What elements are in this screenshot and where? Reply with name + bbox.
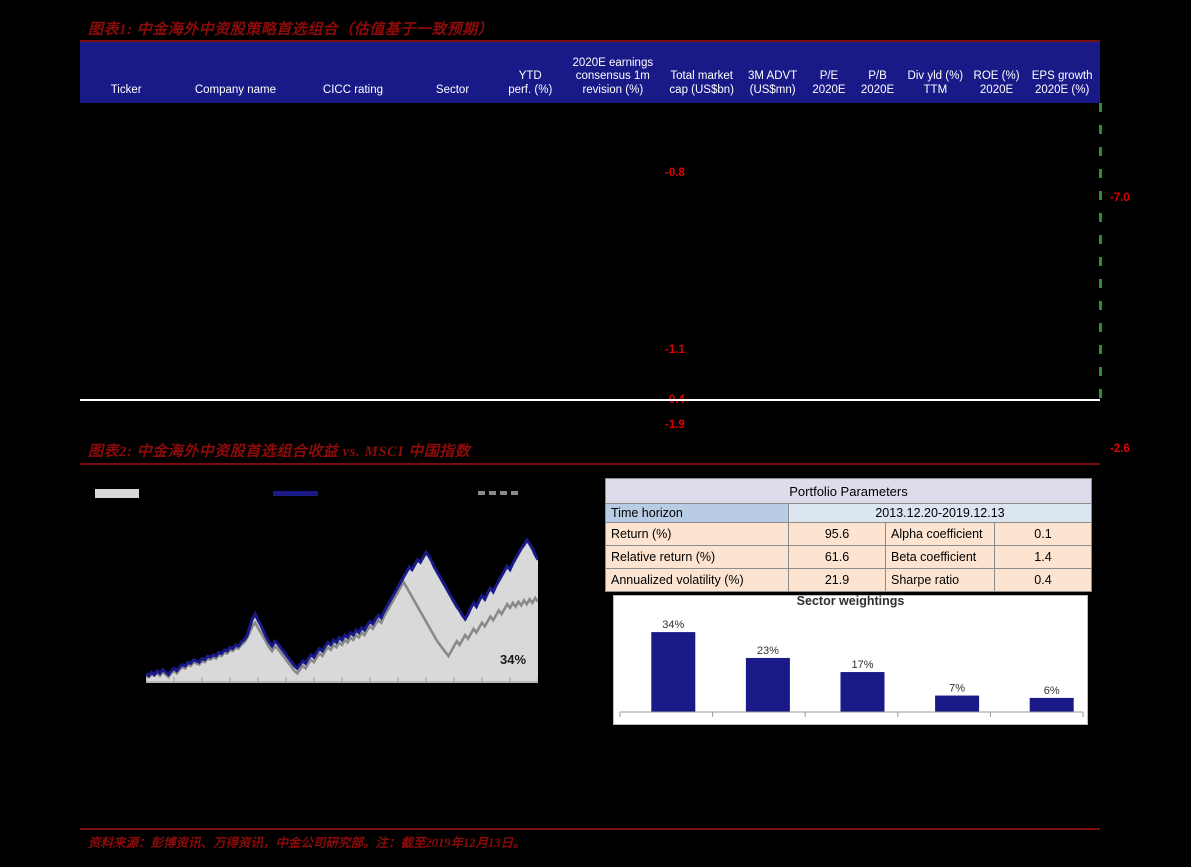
sector-bar xyxy=(840,672,885,712)
portfolio-parameters-table: Portfolio Parameters Time horizon 2013.1… xyxy=(605,478,1092,592)
sector-bar-label: 34% xyxy=(662,619,684,631)
metric-label-2: Beta coefficient xyxy=(885,545,995,569)
sector-weightings-title-text: Sector weightings xyxy=(796,594,905,608)
line-chart-value-label: 34% xyxy=(500,652,527,667)
performance-line-chart xyxy=(88,478,548,693)
table-cell-value: -0.8 xyxy=(665,167,685,179)
sector-weightings-title: Sector weightings xyxy=(613,594,1088,608)
sector-bar-label: 23% xyxy=(757,645,779,657)
metric-value-2: 0.1 xyxy=(994,522,1092,546)
metric-value: 95.6 xyxy=(788,522,886,546)
sector-bar-label: 6% xyxy=(1044,685,1060,697)
metric-value-2: 1.4 xyxy=(994,545,1092,569)
column-header-12: EPS growth 2020E (%) xyxy=(1031,70,1093,96)
table-cell-value: -1.9 xyxy=(665,419,685,431)
exhibit1-title: 图表1: 中金海外中资股策略首选组合（估值基于一致预期） xyxy=(88,22,494,38)
sector-bar-label: 7% xyxy=(949,683,965,695)
table-cell-value: -7.0 xyxy=(1110,192,1130,204)
sector-bar xyxy=(935,695,980,712)
column-header-10: Div yld (%) TTM xyxy=(907,70,964,96)
sector-bar xyxy=(745,657,790,712)
legend-swatch-area xyxy=(95,489,139,498)
column-header-7: 3M ADVT (US$mn) xyxy=(748,70,798,96)
legend-swatch-benchmark-line xyxy=(478,491,520,495)
portfolio-parameters-title-row: Portfolio Parameters xyxy=(605,478,1092,504)
metric-value: 61.6 xyxy=(788,545,886,569)
time-horizon-label: Time horizon xyxy=(605,503,789,523)
exhibit1-table: Ticker Company name CICC rating Sector YTD pe… xyxy=(80,42,1130,455)
time-horizon-value: 2013.12.20-2019.12.13 xyxy=(788,503,1092,523)
table-cell-value: -1.1 xyxy=(665,344,685,356)
exhibit1-table-header: Ticker Company name CICC rating Sector YTD pe… xyxy=(80,42,1100,103)
metric-label-2: Sharpe ratio xyxy=(885,568,995,592)
column-header-11: ROE (%) 2020E xyxy=(973,70,1020,96)
metric-label: Annualized volatility (%) xyxy=(605,568,789,592)
column-header-8: P/E 2020E xyxy=(812,70,846,96)
column-header-6: Total market cap (US$bn) xyxy=(669,70,734,96)
column-header-0: Ticker xyxy=(110,83,142,96)
metric-value-2: 0.4 xyxy=(994,568,1092,592)
metric-label-2: Alpha coefficient xyxy=(885,522,995,546)
metric-label: Return (%) xyxy=(605,522,789,546)
exhibit1-table-body: -0.8-7.0-1.1-0.4-1.9-2.6 xyxy=(80,103,1130,455)
table-row: Return (%) 95.6 Alpha coefficient 0.1 xyxy=(605,522,1092,546)
portfolio-parameters-title: Portfolio Parameters xyxy=(605,478,1092,504)
line-chart-legend xyxy=(88,486,548,500)
exhibit2-title: 图表2: 中金海外中资股首选组合收益 vs. MSCI 中国指数 xyxy=(88,444,471,460)
legend-swatch-portfolio-line xyxy=(273,491,318,496)
sector-chart-plot-area: 34% 23% 17% 7% 6% xyxy=(619,619,1084,717)
column-header-3: Sector xyxy=(435,83,470,96)
time-horizon-row: Time horizon 2013.12.20-2019.12.13 xyxy=(605,503,1092,523)
table-cell-value: -2.6 xyxy=(1110,443,1130,455)
exhibit2-top-rule xyxy=(80,463,1100,465)
table-row: Relative return (%) 61.6 Beta coefficien… xyxy=(605,545,1092,569)
sector-bar-label: 17% xyxy=(851,659,873,671)
sector-weightings-chart: 34% 23% 17% 7% 6% xyxy=(613,595,1088,725)
table-row: Annualized volatility (%) 21.9 Sharpe ra… xyxy=(605,568,1092,592)
metric-value: 21.9 xyxy=(788,568,886,592)
column-header-1: Company name xyxy=(194,83,277,96)
column-header-4: YTD perf. (%) xyxy=(508,70,553,96)
column-header-2: CICC rating xyxy=(322,83,383,96)
exhibit1-bottom-rule xyxy=(80,399,1100,401)
metric-label: Relative return (%) xyxy=(605,545,789,569)
sector-bar xyxy=(1029,697,1074,712)
sector-bar xyxy=(651,632,696,712)
footer-rule xyxy=(80,828,1100,830)
source-note: 资料来源：彭博资讯、万得资讯，中金公司研究部。注：截至2019年12月13日。 xyxy=(88,836,526,850)
column-header-5: 2020E earnings consensus 1m revision (%) xyxy=(572,56,654,96)
line-chart-plot-area xyxy=(146,537,538,683)
green-dashed-divider xyxy=(1099,103,1102,399)
column-header-9: P/B 2020E xyxy=(860,70,895,96)
